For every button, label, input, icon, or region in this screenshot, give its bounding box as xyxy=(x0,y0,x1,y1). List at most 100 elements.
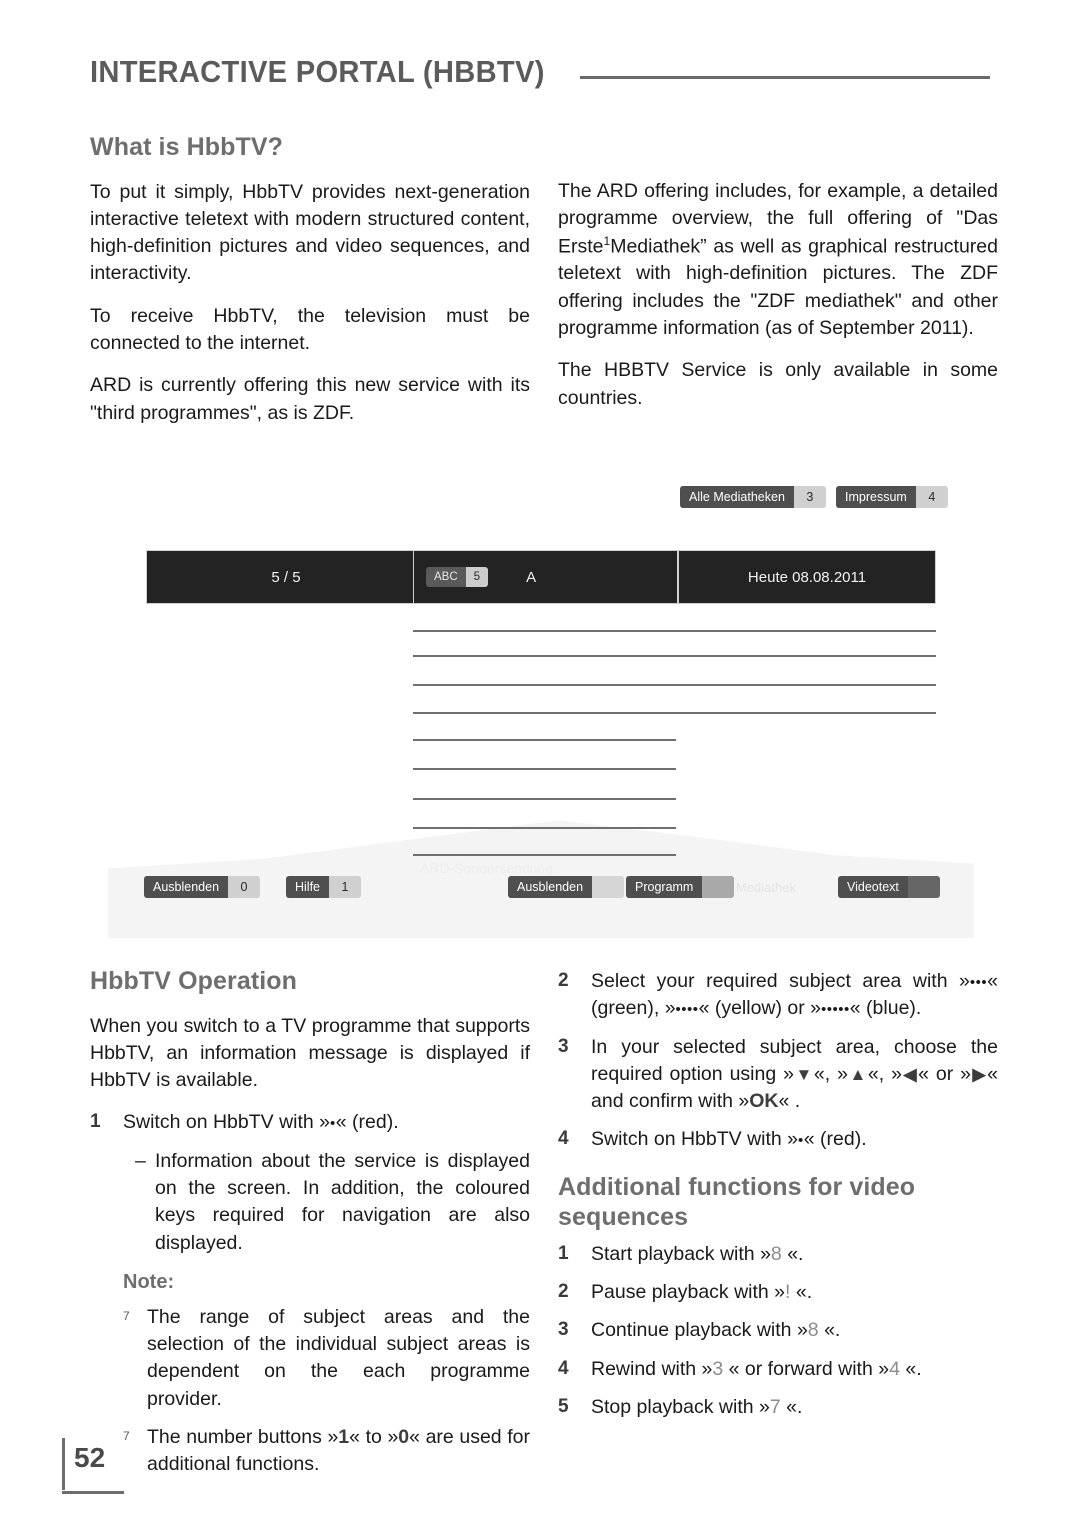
illus-bar-date: Heute 08.08.2011 xyxy=(678,550,936,604)
note-text-part: « to » xyxy=(349,1426,399,1449)
illus-content-line xyxy=(678,655,936,657)
step-text: Stop playback with »7 «. xyxy=(591,1394,998,1421)
step-item-1: 1 Switch on HbbTV with »•« (red). xyxy=(90,1109,530,1136)
number-key-0: 0 xyxy=(398,1426,410,1449)
illus-content-line xyxy=(413,630,678,632)
step-text-part: Pause playback with » xyxy=(591,1281,786,1304)
step-text-part: « (red). xyxy=(803,1128,867,1151)
page-number-rule-vertical xyxy=(62,1438,65,1490)
illus-button-value xyxy=(592,876,625,898)
additional-step-5: 5 Stop playback with »7 «. xyxy=(558,1394,998,1421)
step-text: Switch on HbbTV with »•« (red). xyxy=(123,1109,530,1136)
illus-button-videotext[interactable]: Videotext xyxy=(838,876,940,898)
note-label: Note: xyxy=(123,1270,175,1293)
step-item-3: 3 In your selected subject area, choose … xyxy=(558,1034,998,1116)
arrow-down-icon: ▼ xyxy=(794,1064,814,1084)
illus-page-counter-text: 5 / 5 xyxy=(271,568,301,586)
step-text-part: «. xyxy=(899,1357,922,1380)
step-number: 4 xyxy=(558,1357,569,1379)
illus-button-value: 4 xyxy=(915,486,948,508)
illus-content-line xyxy=(413,798,676,800)
step-text-part: Start playback with » xyxy=(591,1242,771,1265)
illus-button-alle-mediatheken[interactable]: Alle Mediatheken 3 xyxy=(680,486,826,508)
note-bullet-1: 7 The range of subject areas and the sel… xyxy=(90,1304,530,1413)
play-key-icon: 8 xyxy=(770,1242,782,1265)
play-key-icon: 8 xyxy=(807,1319,819,1342)
page-number: 52 xyxy=(74,1442,106,1473)
step-item-4: 4 Switch on HbbTV with »•« (red). xyxy=(558,1126,998,1153)
illus-button-value: 3 xyxy=(793,486,826,508)
step-text-part: « (red). xyxy=(335,1111,399,1134)
step-number: 1 xyxy=(558,1242,569,1264)
step-text-part: «. xyxy=(780,1395,803,1418)
page-number-rule-horizontal xyxy=(62,1491,124,1494)
step-text-part: Select your required subject area with » xyxy=(591,970,970,992)
section-heading-hbbtv-operation: HbbTV Operation xyxy=(90,967,298,995)
step-text-part: Continue playback with » xyxy=(591,1319,808,1342)
step-text-part: «. xyxy=(781,1242,804,1265)
illus-button-hilfe[interactable]: Hilfe 1 xyxy=(286,876,362,898)
yellow-key-icon: •••• xyxy=(675,1001,699,1019)
illus-content-line xyxy=(413,739,676,741)
page-number-block: 52 xyxy=(62,1438,162,1494)
chapter-title: INTERACTIVE PORTAL (HBBTV) xyxy=(90,54,545,89)
step-number: 2 xyxy=(558,1281,569,1303)
number-key-1: 1 xyxy=(338,1426,350,1449)
hbbtv-operation-column: HbbTV Operation When you switch to a TV … xyxy=(90,966,530,1490)
rewind-key-icon: 3 xyxy=(712,1357,724,1380)
section-heading-what-is-hbbtv: What is HbbTV? xyxy=(90,133,284,161)
step-text-part: «. xyxy=(790,1281,813,1304)
chapter-header: INTERACTIVE PORTAL (HBBTV) xyxy=(90,54,990,90)
additional-step-1: 1 Start playback with »8 «. xyxy=(558,1241,998,1268)
step-item-2: 2 Select your required subject area with… xyxy=(558,968,998,1023)
step-text-part: Rewind with » xyxy=(591,1357,713,1380)
additional-step-2: 2 Pause playback with »! «. xyxy=(558,1279,998,1306)
step-number: 2 xyxy=(558,970,569,991)
illus-bar-page-counter: 5 / 5 xyxy=(146,550,426,604)
illus-content-line xyxy=(413,854,676,856)
illus-ghost-text-sondersendung: ARD-Sondersendung xyxy=(420,860,554,876)
illus-button-label: Ausblenden xyxy=(508,876,593,898)
note-bullet-text: The number buttons »1« to »0« are used f… xyxy=(147,1424,530,1479)
illus-button-impressum[interactable]: Impressum 4 xyxy=(836,486,948,508)
illus-content-line xyxy=(413,712,678,714)
illus-button-label: Impressum xyxy=(836,486,916,508)
step-number: 1 xyxy=(90,1111,101,1133)
document-page: INTERACTIVE PORTAL (HBBTV) What is HbbTV… xyxy=(0,0,1080,1532)
illus-inner-pill-abc[interactable]: ABC 5 xyxy=(426,567,489,587)
illus-content-line xyxy=(413,684,678,686)
additional-step-3: 3 Continue playback with »8 «. xyxy=(558,1317,998,1344)
green-key-icon: ••• xyxy=(969,974,988,991)
illus-button-label: Alle Mediatheken xyxy=(680,486,794,508)
step-text-part: « (blue). xyxy=(849,997,922,1020)
blue-key-icon: ••••• xyxy=(821,1001,850,1019)
step-number: 4 xyxy=(558,1128,569,1150)
step-text-part: Switch on HbbTV with » xyxy=(591,1128,799,1151)
illus-button-ausblenden-left[interactable]: Ausblenden 0 xyxy=(144,876,261,898)
illus-content-line xyxy=(678,712,936,714)
step-number: 3 xyxy=(558,1035,569,1057)
paragraph: To receive HbbTV, the television must be… xyxy=(90,304,530,354)
illus-button-label: Ausblenden xyxy=(144,876,229,898)
forward-key-icon: 4 xyxy=(889,1357,900,1380)
illus-button-ausblenden-right[interactable]: Ausblenden xyxy=(508,876,625,898)
illus-date-text: Heute 08.08.2011 xyxy=(747,568,867,586)
section-heading-additional-functions: Additional functions for video sequences xyxy=(558,1172,916,1232)
illus-inner-pill-value: 5 xyxy=(465,567,489,587)
step-text: Rewind with »3 « or forward with »4 «. xyxy=(591,1356,998,1383)
step-text-part: « or forward with » xyxy=(723,1357,890,1380)
substep-text: Information about the service is display… xyxy=(155,1149,530,1254)
ok-key: OK xyxy=(749,1090,779,1113)
arrow-left-icon: ◀ xyxy=(901,1064,919,1084)
step-text: Start playback with »8 «. xyxy=(591,1241,998,1268)
paragraph: ARD is currently offering this new servi… xyxy=(90,374,530,424)
illus-button-programm[interactable]: Programm xyxy=(626,876,735,898)
step-text-part: Stop playback with » xyxy=(591,1395,770,1418)
paragraph-ard-offering: The ARD offering includes, for example, … xyxy=(558,178,998,342)
illus-content-line xyxy=(678,630,936,632)
step-text: Pause playback with »! «. xyxy=(591,1279,998,1306)
illus-content-line xyxy=(678,684,936,686)
header-rule xyxy=(579,75,990,79)
step-text-part: « (yellow) or » xyxy=(698,997,822,1020)
step-text-part: Switch on HbbTV with » xyxy=(123,1111,331,1134)
